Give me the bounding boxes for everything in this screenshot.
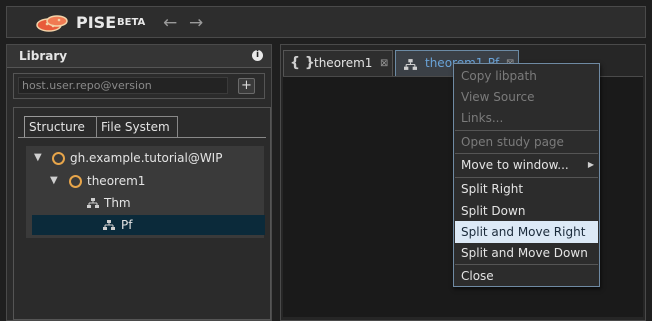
- library-title: Library: [19, 49, 68, 63]
- submenu-arrow-icon: ▶: [587, 160, 594, 169]
- back-arrow-icon[interactable]: ←: [163, 13, 177, 33]
- pise-logo-icon: [36, 15, 68, 32]
- beta-badge: BETA: [117, 17, 146, 28]
- menu-item-split-down[interactable]: Split Down: [455, 200, 598, 222]
- expand-triangle-icon[interactable]: ▼: [34, 148, 42, 168]
- forward-arrow-icon[interactable]: →: [189, 13, 203, 33]
- tree-label: Thm: [104, 196, 131, 210]
- tree-label: theorem1: [87, 174, 146, 188]
- app-title: PISE: [76, 13, 117, 32]
- deduction-icon: [103, 220, 115, 230]
- app-header: PISE BETA ← →: [6, 6, 646, 38]
- context-menu: Copy libpath View Source Links... Open s…: [453, 63, 600, 287]
- module-circle-icon: [69, 175, 82, 188]
- menu-item-links: Links...: [461, 111, 504, 125]
- repo-row: +: [13, 73, 265, 99]
- menu-item-view-source: View Source: [461, 90, 535, 104]
- tab-file-system[interactable]: File System: [96, 116, 178, 137]
- menu-item-label: Move to window...: [461, 158, 569, 172]
- library-header: Library i: [7, 45, 271, 68]
- tab-label: theorem1: [314, 56, 373, 70]
- tree-row-repo[interactable]: ▼ gh.example.tutorial@WIP: [32, 148, 262, 168]
- menu-item-copy-libpath: Copy libpath: [461, 69, 537, 83]
- add-repo-button[interactable]: +: [238, 78, 255, 94]
- tree-label: gh.example.tutorial@WIP: [70, 151, 223, 165]
- menu-item-split-right[interactable]: Split Right: [455, 178, 598, 200]
- tree-row-thm[interactable]: Thm: [32, 193, 262, 213]
- menu-item-split-and-move-down[interactable]: Split and Move Down: [455, 242, 598, 264]
- menu-item-close[interactable]: Close: [455, 265, 598, 287]
- tab-theorem1[interactable]: { } theorem1 ⊠: [283, 50, 393, 77]
- close-icon[interactable]: ⊠: [380, 51, 388, 76]
- repo-input[interactable]: [18, 77, 228, 94]
- deduction-icon: [404, 59, 417, 70]
- menu-item-move-to-window[interactable]: Move to window... ▶: [455, 154, 598, 176]
- tab-structure[interactable]: Structure: [24, 116, 98, 137]
- deduction-icon: [87, 198, 99, 208]
- info-icon[interactable]: i: [252, 50, 263, 61]
- library-panel: Library i + Structure File System ▼ gh.e…: [6, 44, 272, 321]
- tree-row-pf[interactable]: Pf: [32, 215, 265, 235]
- library-body: Structure File System ▼ gh.example.tutor…: [13, 107, 271, 320]
- menu-item-open-study-page: Open study page: [461, 135, 564, 149]
- tree-row-theorem1[interactable]: ▼ theorem1: [32, 171, 262, 191]
- menu-item-split-and-move-right[interactable]: Split and Move Right: [455, 221, 598, 243]
- structure-tree: ▼ gh.example.tutorial@WIP ▼ theorem1 Thm: [18, 137, 266, 313]
- tree-label: Pf: [121, 218, 133, 232]
- expand-triangle-icon[interactable]: ▼: [50, 171, 58, 191]
- braces-icon: { }: [290, 55, 315, 71]
- repo-circle-icon: [52, 152, 65, 165]
